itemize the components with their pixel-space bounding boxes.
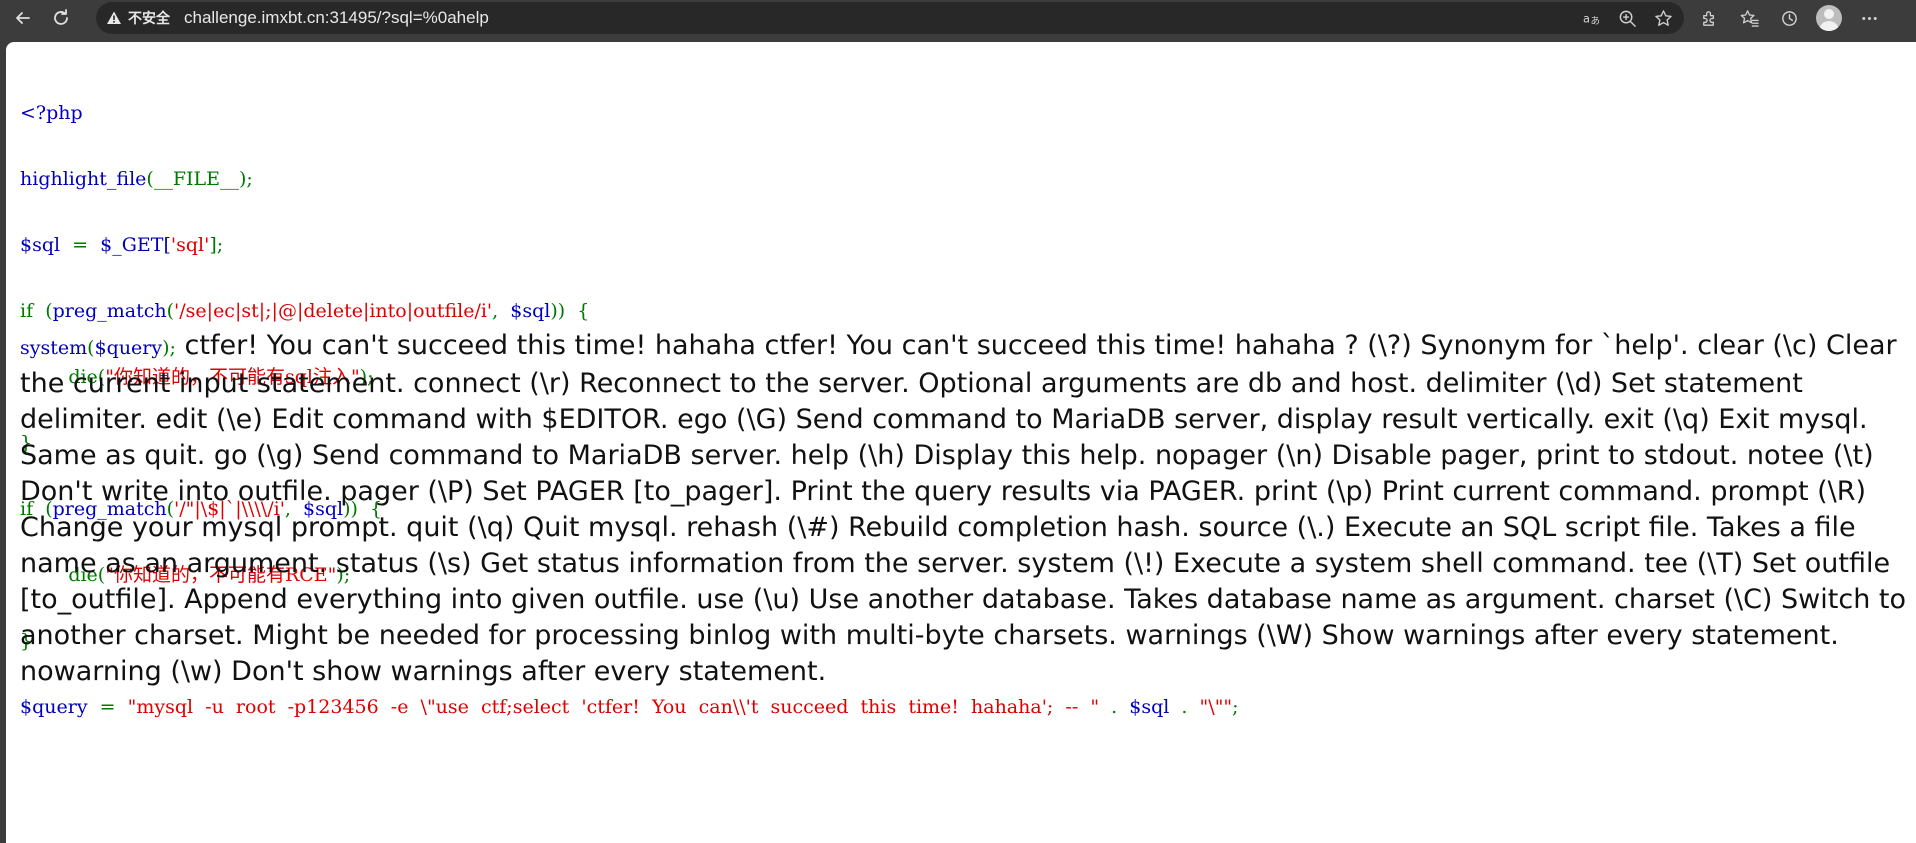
- fn-highlight-file: highlight_file: [20, 168, 147, 190]
- history-icon[interactable]: [1776, 5, 1802, 31]
- star-icon[interactable]: [1650, 5, 1676, 31]
- var-query: $query: [94, 337, 163, 359]
- code-line-query: $query = "mysql -u root -p123456 -e \"us…: [20, 696, 1239, 718]
- reload-icon: [54, 9, 68, 25]
- code-line-system: system($query);: [20, 337, 176, 359]
- translate-icon[interactable]: aあ: [1578, 5, 1604, 31]
- code-token: ;: [1232, 696, 1239, 718]
- avatar-body: [1819, 21, 1839, 31]
- var-query: $query: [20, 696, 88, 718]
- fn-system: system: [20, 337, 88, 359]
- code-token: =: [87, 696, 128, 718]
- warning-icon: [107, 11, 121, 24]
- security-label: 不安全: [128, 11, 170, 27]
- svg-text:あ: あ: [1590, 16, 1600, 27]
- code-token: (: [166, 300, 175, 322]
- svg-text:a: a: [1582, 11, 1589, 25]
- php-open-tag: <?php: [20, 102, 83, 124]
- fn-preg-match: preg_match: [52, 300, 167, 322]
- code-token: )) {: [550, 300, 590, 322]
- code-token: (: [87, 337, 95, 359]
- mysql-help-output: ctfer! You can't succeed this time! haha…: [20, 330, 1906, 687]
- avatar-head: [1824, 9, 1834, 19]
- code-token: .: [1169, 696, 1200, 718]
- var-sql: $sql: [1129, 696, 1170, 718]
- address-bar[interactable]: 不安全 challenge.imxbt.cn:31495/?sql=%0ahel…: [96, 2, 1684, 34]
- query-string: "mysql -u root -p123456 -e \"use ctf;sel…: [127, 696, 1100, 718]
- code-token: .: [1099, 696, 1130, 718]
- code-line-if1: if (preg_match('/se|ec|st|;|@|delete|int…: [20, 300, 1239, 322]
- profile-avatar[interactable]: [1816, 5, 1842, 31]
- favorites-icon[interactable]: [1736, 5, 1762, 31]
- code-token: ,: [492, 300, 511, 322]
- more-menu-icon[interactable]: [1856, 5, 1882, 31]
- string-sql: 'sql': [170, 234, 210, 256]
- var-get: $_GET[: [100, 234, 171, 256]
- security-indicator[interactable]: 不安全: [106, 8, 170, 28]
- command-output: system($query); ctfer! You can't succeed…: [20, 328, 1910, 690]
- extensions-icon[interactable]: [1696, 5, 1722, 31]
- code-token: );: [162, 337, 176, 359]
- code-token: =: [60, 234, 101, 256]
- reload-button[interactable]: [48, 5, 74, 31]
- url-text[interactable]: challenge.imxbt.cn:31495/?sql=%0ahelp: [184, 8, 489, 28]
- code-token: ];: [209, 234, 224, 256]
- query-tail: "\"": [1199, 696, 1233, 718]
- code-line-sql: $sql = $_GET['sql'];: [20, 234, 1239, 256]
- var-sql: $sql: [510, 300, 551, 322]
- code-line-highlight: highlight_file(__FILE__);: [20, 168, 1239, 190]
- back-button[interactable]: [10, 5, 36, 31]
- arrow-left-icon: [16, 12, 30, 24]
- page-content: <?php highlight_file(__FILE__); $sql = $…: [6, 42, 1916, 843]
- zoom-icon[interactable]: [1614, 5, 1640, 31]
- code-token: (__FILE__);: [146, 168, 253, 190]
- var-sql: $sql: [20, 234, 61, 256]
- regex-pattern: '/se|ec|st|;|@|delete|into|outfile/i': [174, 300, 493, 322]
- browser-toolbar: 不安全 challenge.imxbt.cn:31495/?sql=%0ahel…: [0, 0, 1916, 36]
- kw-if: if (: [20, 300, 53, 322]
